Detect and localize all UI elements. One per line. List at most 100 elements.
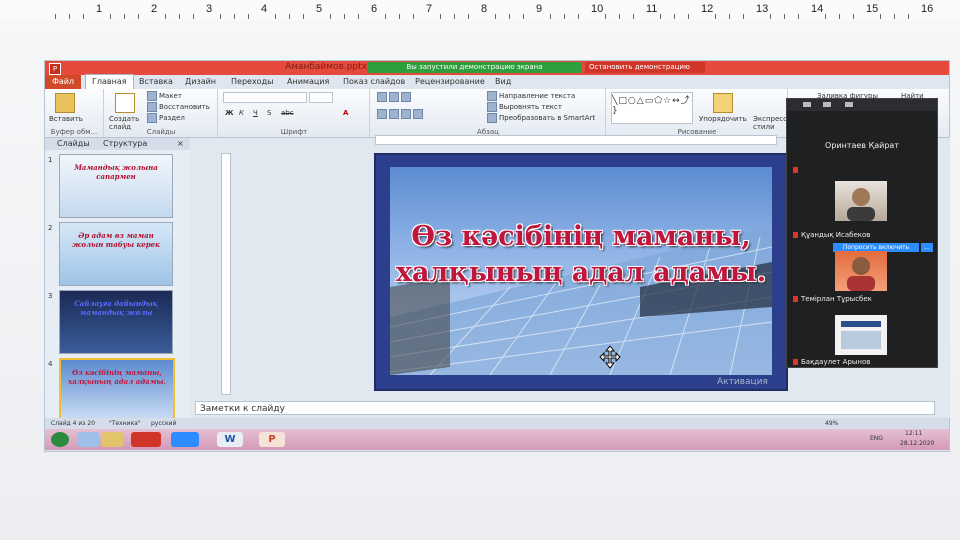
tab-home[interactable]: Главная [85,74,134,89]
section-button[interactable]: Раздел [147,113,185,123]
slide-thumbnail-text: Өз кәсібінің маманы, халқының адал адамы… [68,368,166,386]
word-app-icon[interactable]: W [217,432,243,447]
slide-title[interactable]: Өз кәсібінің маманы, халқының адал адамы… [390,219,772,291]
ruler-number: 15 [866,3,879,15]
align-buttons[interactable] [377,109,425,119]
tab-animation[interactable]: Анимация [281,75,335,89]
ruler-tick [660,14,661,19]
notes-field[interactable]: Заметки к слайду [195,401,935,415]
gallery-view-icon[interactable] [803,102,811,107]
slide-thumbnail-text: Мамандық жолына сапармен [74,163,158,181]
strikethrough-button[interactable]: abc [281,109,294,117]
group-slides: Создать слайд Макет Восстановить Раздел … [105,89,218,137]
shapes-gallery[interactable]: ╲□○△▭⬠☆↔⤴{ } [611,92,693,124]
tab-view[interactable]: Вид [489,75,517,89]
shadow-button[interactable]: S [267,109,271,117]
participant-video-2[interactable] [835,251,887,291]
tab-slideshow[interactable]: Показ слайдов [337,75,411,89]
ruler-tick [110,14,111,19]
mic-muted-icon [793,167,798,173]
ruler-tick [344,14,345,19]
grid-view-icon[interactable] [845,102,853,107]
ruler-tick [358,14,359,19]
ruler-tick [770,14,771,19]
slide-counter: Слайд 4 из 20 [51,420,96,427]
taskbar: W P ENG 12:11 28.12.2020 [45,429,949,450]
start-button-icon[interactable] [51,432,69,447]
paste-icon[interactable] [55,93,75,113]
language-status: русский [151,420,177,427]
text-direction-button[interactable]: Направление текста [487,91,575,101]
tab-design[interactable]: Дизайн [179,75,222,89]
font-size-select[interactable] [309,92,333,103]
underline-button[interactable]: Ч [253,109,258,117]
tab-review[interactable]: Рецензирование [409,75,491,89]
ruler-tick [894,14,895,19]
participant-video-1[interactable] [835,181,887,221]
file-explorer-icon[interactable] [101,432,123,447]
zoom-app-icon[interactable] [171,432,199,447]
slide-title-line-2: халқының адал адамы. [395,257,767,288]
slide-thumbnail-2[interactable]: Әр адам өз маман жолын табуы керек [59,222,173,286]
ruler-tick [399,14,400,19]
current-slide[interactable]: Өз кәсібінің маманы, халқының адал адамы… [374,153,788,391]
document-title: Аманбаймов.pptx [285,62,368,72]
ruler-number: 2 [151,3,158,15]
slide-thumbnail-1[interactable]: Мамандық жолына сапармен [59,154,173,218]
screen-share-banner: Вы запустили демонстрацию экрана [367,62,582,73]
close-pane-icon[interactable]: × [177,138,184,150]
ruler-number: 9 [536,3,543,15]
slide-thumbnail-4[interactable]: Өз кәсібінің маманы, халқының адал адамы… [59,358,175,424]
powerpoint-app-icon[interactable]: P [259,432,285,447]
reset-button[interactable]: Восстановить [147,102,210,112]
ruler-tick [853,14,854,19]
ruler-tick [440,14,441,19]
arrange-button[interactable]: Упорядочить [699,115,747,123]
slide-thumbnail-3[interactable]: Сайлауға дайындық мамандық жолы [59,290,173,354]
smartart-button[interactable]: Преобразовать в SmartArt [487,113,595,123]
powerpoint-red-icon[interactable] [131,432,161,447]
ruler-tick [564,14,565,19]
new-slide-icon[interactable] [115,93,135,113]
tab-transitions[interactable]: Переходы [225,75,279,89]
ruler-tick [165,14,166,19]
clock-time[interactable]: 12:11 [905,430,922,437]
text-direction-label: Направление текста [499,92,576,100]
tab-slides[interactable]: Слайды [57,138,90,150]
clock-date[interactable]: 28.12.2020 [900,440,934,447]
participant-name-3: Бақдаулет Арынов [793,358,870,366]
speaker-view-icon[interactable] [823,102,831,107]
align-text-button[interactable]: Выровнять текст [487,102,562,112]
ruler-tick [880,14,881,19]
layout-button[interactable]: Макет [147,91,182,101]
language-indicator[interactable]: ENG [870,435,883,442]
ruler-tick [619,14,620,19]
font-family-select[interactable] [223,92,307,103]
title-bar: P Аманбаймов.pptx Вы запустили демонстра… [45,61,949,75]
font-color-button[interactable]: A [343,109,348,117]
more-options-button[interactable]: ... [921,243,933,252]
italic-button[interactable]: К [239,109,244,117]
slide-title-line-1: Өз кәсібінің маманы, [411,221,751,252]
horizontal-ruler [375,135,777,145]
zoom-level[interactable]: 49% [825,418,838,429]
internet-explorer-icon[interactable] [77,432,99,447]
group-label: Буфер обм... [50,128,98,136]
participant-video-3[interactable] [835,315,887,355]
ruler-tick [578,14,579,19]
ruler-tick [674,14,675,19]
ruler-tick [248,14,249,19]
group-font: Ж К Ч S abc A Шрифт [219,89,370,137]
stop-share-button[interactable]: Остановить демонстрацию [585,62,705,73]
arrange-icon[interactable] [713,93,733,113]
ruler-tick [605,14,606,19]
paste-button[interactable]: Вставить [49,115,83,123]
powerpoint-app-icon[interactable]: P [49,63,61,75]
bold-button[interactable]: Ж [225,109,234,117]
bullets-button[interactable] [377,92,413,102]
tab-outline[interactable]: Структура [103,138,147,150]
theme-name: "Техника" [109,420,141,427]
align-left-icon [377,109,387,119]
tab-file[interactable]: Файл [45,75,81,89]
tab-insert[interactable]: Вставка [133,75,179,89]
